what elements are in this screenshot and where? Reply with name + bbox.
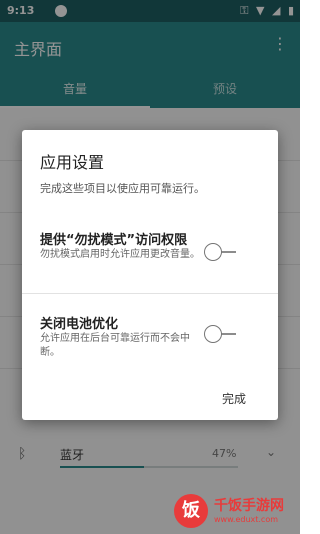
toggle-thumb	[204, 325, 222, 343]
dialog-title: 应用设置	[40, 153, 105, 172]
setting-battery-optimization[interactable]: 关闭电池优化 允许应用在后台可靠运行而不会中断。	[22, 313, 278, 373]
watermark-logo: 饭	[174, 494, 208, 528]
setting-title: 关闭电池优化	[40, 317, 119, 332]
setting-description: 勿扰模式启用时允许应用更改音量。	[40, 249, 200, 260]
site-watermark: 饭 千饭手游网 www.eduxt.com	[174, 494, 298, 530]
app-settings-dialog: 应用设置 完成这些项目以使应用可靠运行。 提供“勿扰模式”访问权限 勿扰模式启用…	[22, 130, 278, 420]
setting-description: 允许应用在后台可靠运行而不会中断。	[40, 333, 190, 358]
dialog-divider	[22, 293, 278, 294]
done-button[interactable]: 完成	[222, 390, 246, 407]
toggle-thumb	[204, 243, 222, 261]
setting-title: 提供“勿扰模式”访问权限	[40, 233, 188, 248]
dnd-access-toggle[interactable]	[204, 242, 238, 262]
setting-dnd-access[interactable]: 提供“勿扰模式”访问权限 勿扰模式启用时允许应用更改音量。	[22, 229, 278, 289]
watermark-title: 千饭手游网	[214, 498, 284, 514]
battery-optimization-toggle[interactable]	[204, 324, 238, 344]
dialog-subtitle: 完成这些项目以使应用可靠运行。	[40, 182, 205, 195]
watermark-url: www.eduxt.com	[214, 515, 279, 524]
